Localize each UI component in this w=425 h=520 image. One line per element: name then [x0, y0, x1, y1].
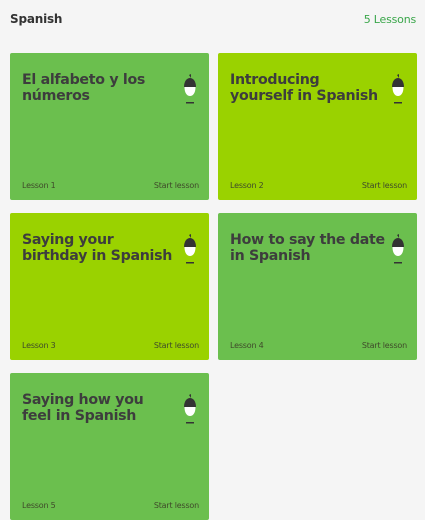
acorn-icon: [184, 394, 196, 424]
lesson-card-5[interactable]: Saying how you feel in Spanish Lesson 5 …: [10, 373, 209, 520]
acorn-icon: [184, 74, 196, 104]
lesson-count: 5 Lessons: [363, 13, 416, 26]
lesson-number: Lesson 4: [230, 341, 264, 350]
acorn-icon: [392, 74, 404, 104]
course-title: Spanish: [10, 12, 63, 26]
lesson-number: Lesson 5: [22, 501, 56, 510]
lesson-title: Saying your birthday in Spanish: [22, 232, 173, 264]
course-header: Spanish 5 Lessons: [0, 0, 425, 40]
lesson-title: How to say the date in Spanish: [230, 232, 385, 264]
lesson-title: El alfabeto y los números: [22, 72, 146, 104]
start-lesson-link[interactable]: Start lesson: [154, 181, 199, 190]
lesson-title: Saying how you feel in Spanish: [22, 392, 144, 424]
acorn-icon: [392, 234, 404, 264]
lesson-number: Lesson 3: [22, 341, 56, 350]
acorn-icon: [184, 234, 196, 264]
lesson-card-3[interactable]: Saying your birthday in Spanish Lesson 3…: [10, 213, 209, 360]
start-lesson-link[interactable]: Start lesson: [362, 341, 407, 350]
start-lesson-link[interactable]: Start lesson: [362, 181, 407, 190]
lesson-card-4[interactable]: How to say the date in Spanish Lesson 4 …: [218, 213, 417, 360]
lesson-title: Introducing yourself in Spanish: [230, 72, 378, 104]
lesson-number: Lesson 2: [230, 181, 264, 190]
start-lesson-link[interactable]: Start lesson: [154, 501, 199, 510]
start-lesson-link[interactable]: Start lesson: [154, 341, 199, 350]
lesson-number: Lesson 1: [22, 181, 56, 190]
lesson-card-2[interactable]: Introducing yourself in Spanish Lesson 2…: [218, 53, 417, 200]
lesson-card-1[interactable]: El alfabeto y los números Lesson 1 Start…: [10, 53, 209, 200]
